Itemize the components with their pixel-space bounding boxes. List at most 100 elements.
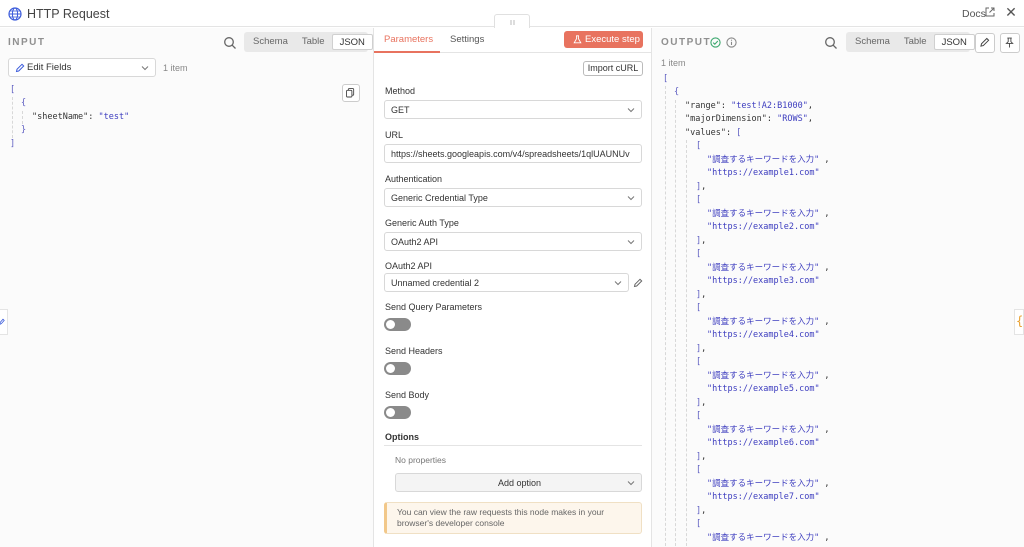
output-item-count: 1 item bbox=[661, 58, 686, 68]
output-panel: OUTPUT Schema Table JSON 1 item [ { "ran… bbox=[652, 28, 1024, 547]
options-label: Options bbox=[385, 432, 419, 442]
add-option-select[interactable]: Add option bbox=[395, 473, 642, 492]
url-input[interactable]: https://sheets.googleapis.com/v4/spreads… bbox=[384, 144, 642, 163]
source-node-label: Edit Fields bbox=[27, 62, 72, 73]
keyword-cell: "調査するキーワードを入力" bbox=[707, 370, 820, 381]
json-value: "ROWS" bbox=[777, 114, 808, 124]
json-line: { bbox=[674, 87, 680, 97]
authentication-select[interactable]: Generic Credential Type bbox=[384, 188, 642, 207]
braces-icon: { bbox=[1016, 314, 1024, 328]
parameters-panel: Parameters Settings Execute step Import … bbox=[373, 28, 652, 547]
json-line: "調査するキーワードを入力" , bbox=[707, 532, 830, 543]
grip-icon bbox=[510, 20, 515, 25]
copy-icon bbox=[346, 88, 355, 98]
right-side-tab[interactable]: { bbox=[1014, 309, 1024, 335]
pin-data-button[interactable] bbox=[1000, 33, 1020, 53]
indent-guide bbox=[22, 111, 23, 124]
left-side-tab[interactable] bbox=[0, 309, 8, 335]
url-cell: "https://example1.com" bbox=[707, 168, 820, 178]
json-line: [ bbox=[696, 411, 702, 421]
json-line: "調査するキーワードを入力" , bbox=[707, 316, 830, 327]
developer-console-notice: You can view the raw requests this node … bbox=[384, 502, 642, 534]
json-line: "values": [ bbox=[685, 128, 742, 138]
json-line: "調査するキーワードを入力" , bbox=[707, 154, 830, 165]
chevron-down-icon bbox=[627, 108, 635, 113]
indent-guide bbox=[665, 86, 666, 547]
json-line: "調査するキーワードを入力" , bbox=[707, 370, 830, 381]
credential-select[interactable]: Unnamed credential 2 bbox=[384, 273, 629, 292]
json-line: [ bbox=[696, 519, 702, 529]
json-separator: : bbox=[88, 112, 99, 122]
url-label: URL bbox=[385, 130, 404, 140]
output-view-json[interactable]: JSON bbox=[933, 34, 975, 50]
search-icon[interactable] bbox=[824, 36, 838, 50]
panel-drag-handle[interactable] bbox=[494, 14, 530, 28]
authentication-label: Authentication bbox=[385, 174, 443, 184]
json-line: [ bbox=[696, 465, 702, 475]
input-view-json[interactable]: JSON bbox=[331, 34, 373, 50]
flask-icon bbox=[573, 35, 582, 44]
chevron-down-icon bbox=[627, 240, 635, 245]
json-line: ], bbox=[696, 397, 707, 408]
send-headers-toggle[interactable] bbox=[384, 362, 411, 375]
method-select[interactable]: GET bbox=[384, 100, 642, 119]
method-label: Method bbox=[385, 86, 416, 96]
external-link-icon[interactable] bbox=[985, 7, 995, 17]
options-divider bbox=[384, 445, 642, 446]
copy-button[interactable] bbox=[342, 84, 360, 102]
json-line: ], bbox=[696, 505, 707, 516]
close-button[interactable]: ✕ bbox=[1004, 5, 1018, 19]
output-header: OUTPUT bbox=[661, 37, 712, 48]
keyword-cell: "調査するキーワードを入力" bbox=[707, 208, 820, 219]
json-line: "調査するキーワードを入力" , bbox=[707, 208, 830, 219]
send-headers-label: Send Headers bbox=[385, 346, 443, 356]
url-cell: "https://example7.com" bbox=[707, 492, 820, 502]
chevron-down-icon bbox=[141, 66, 149, 71]
search-icon[interactable] bbox=[223, 36, 237, 50]
keyword-cell: "調査するキーワードを入力" bbox=[707, 532, 820, 543]
input-view-switch: Schema Table JSON bbox=[244, 32, 373, 52]
input-view-schema[interactable]: Schema bbox=[246, 34, 295, 50]
send-body-toggle[interactable] bbox=[384, 406, 411, 419]
url-cell: "https://example3.com" bbox=[707, 276, 820, 286]
send-query-toggle[interactable] bbox=[384, 318, 411, 331]
json-line: ], bbox=[696, 289, 707, 300]
import-curl-button[interactable]: Import cURL bbox=[583, 61, 643, 76]
edit-credential-icon[interactable] bbox=[633, 278, 643, 288]
json-key: "values" bbox=[685, 128, 726, 138]
json-key: "range" bbox=[685, 101, 721, 111]
node-tabs: Parameters Settings Execute step bbox=[374, 28, 651, 53]
docs-link[interactable]: Docs bbox=[962, 8, 986, 20]
success-check-icon bbox=[710, 37, 721, 48]
keyword-cell: "調査するキーワードを入力" bbox=[707, 478, 820, 489]
json-line: ] bbox=[10, 139, 16, 149]
json-line: [ bbox=[10, 85, 16, 95]
generic-auth-type-select[interactable]: OAuth2 API bbox=[384, 232, 642, 251]
input-view-table[interactable]: Table bbox=[295, 34, 332, 50]
source-node-select[interactable]: Edit Fields bbox=[8, 58, 156, 77]
json-value: "test!A2:B1000" bbox=[731, 101, 808, 111]
json-line: ], bbox=[696, 451, 707, 462]
output-view-table[interactable]: Table bbox=[897, 34, 934, 50]
input-item-count: 1 item bbox=[163, 63, 188, 73]
indent-guide bbox=[12, 97, 13, 138]
edit-output-button[interactable] bbox=[975, 33, 995, 53]
toggle-knob bbox=[386, 364, 395, 373]
json-line: "調査するキーワードを入力" , bbox=[707, 424, 830, 435]
json-line: "https://example1.com" bbox=[707, 167, 820, 181]
json-line: ], bbox=[696, 343, 707, 354]
output-view-schema[interactable]: Schema bbox=[848, 34, 897, 50]
info-icon[interactable] bbox=[726, 37, 737, 48]
toggle-knob bbox=[386, 408, 395, 417]
tab-settings[interactable]: Settings bbox=[450, 34, 484, 45]
json-line: [ bbox=[696, 357, 702, 367]
json-line: "https://example7.com" bbox=[707, 491, 820, 505]
output-view-switch: Schema Table JSON bbox=[846, 32, 975, 52]
tab-parameters[interactable]: Parameters bbox=[384, 34, 433, 45]
execute-step-button[interactable]: Execute step bbox=[564, 31, 643, 48]
json-line: ], bbox=[696, 181, 707, 192]
notice-text: You can view the raw requests this node … bbox=[397, 507, 605, 528]
json-key: "majorDimension" bbox=[685, 114, 767, 124]
json-value: "test" bbox=[98, 112, 130, 122]
json-line: [ bbox=[696, 195, 702, 205]
